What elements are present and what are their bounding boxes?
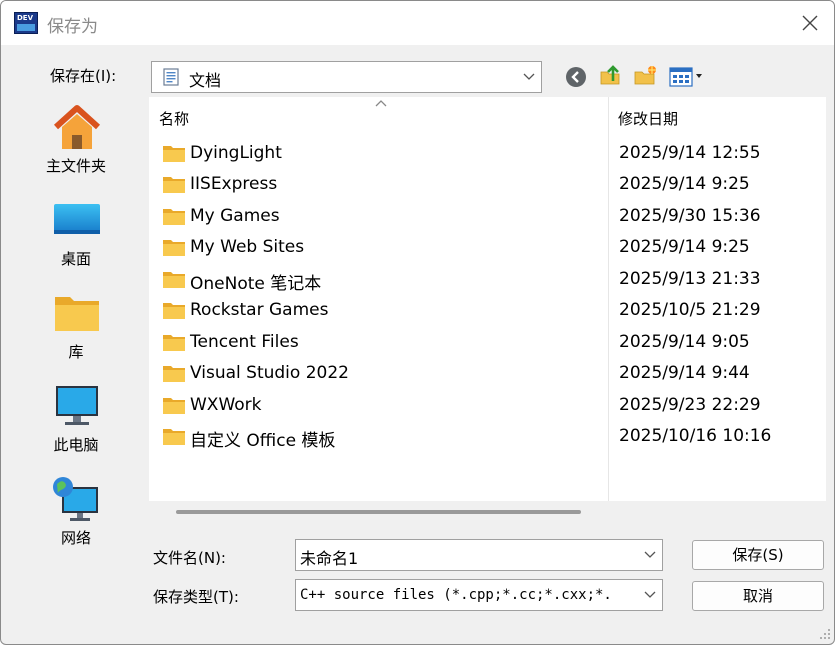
filename-label: 文件名(N):: [153, 549, 226, 567]
title-bar: DEV 保存为: [1, 1, 834, 45]
list-item[interactable]: My Games 2025/9/30 15:36: [149, 201, 826, 232]
folder-icon: [163, 366, 185, 382]
place-network[interactable]: 网络: [7, 469, 145, 559]
file-date: 2025/9/14 9:25: [619, 174, 750, 194]
up-folder-icon[interactable]: [599, 63, 623, 87]
file-date: 2025/10/16 10:16: [619, 426, 772, 446]
place-library[interactable]: 库: [7, 283, 145, 373]
file-name: 自定义 Office 模板: [190, 431, 336, 451]
file-name: IISExpress: [190, 174, 278, 194]
file-date: 2025/9/14 12:55: [619, 143, 761, 163]
file-name: Rockstar Games: [190, 300, 329, 320]
file-date: 2025/10/5 21:29: [619, 300, 761, 320]
library-folder-icon: [55, 297, 99, 331]
file-date: 2025/9/14 9:25: [619, 237, 750, 257]
folder-icon: [163, 240, 185, 256]
location-value: 文档: [189, 71, 222, 90]
column-header-date[interactable]: 修改日期: [618, 108, 678, 129]
list-item[interactable]: DyingLight 2025/9/14 12:55: [149, 138, 826, 169]
place-home[interactable]: 主文件夹: [7, 97, 145, 187]
chevron-down-icon[interactable]: [644, 588, 656, 600]
list-item[interactable]: Rockstar Games 2025/10/5 21:29: [149, 295, 826, 326]
file-name: My Web Sites: [190, 237, 305, 257]
folder-icon: [163, 429, 185, 445]
chevron-down-icon[interactable]: [644, 548, 656, 560]
location-label: 保存在(I):: [50, 67, 117, 85]
column-header-name[interactable]: 名称: [159, 108, 189, 129]
list-item[interactable]: WXWork 2025/9/23 22:29: [149, 390, 826, 421]
file-name: Tencent Files: [190, 332, 299, 352]
file-name: OneNote 笔记本: [190, 274, 322, 294]
view-menu-icon[interactable]: [669, 66, 709, 88]
file-date: 2025/9/14 9:44: [619, 363, 750, 383]
place-this-pc[interactable]: 此电脑: [7, 376, 145, 466]
app-icon-text: DEV: [17, 14, 34, 22]
close-icon[interactable]: [798, 11, 822, 35]
save-as-dialog: DEV 保存为 保存在(I): 文档 主文件夹 桌面 库 此电脑 网络 名称 修…: [0, 0, 835, 645]
filename-input[interactable]: 未命名1: [295, 539, 663, 571]
save-button[interactable]: 保存(S): [692, 540, 824, 570]
home-icon: [53, 105, 101, 149]
location-combo[interactable]: 文档: [151, 61, 542, 93]
place-label: 网络: [60, 529, 91, 547]
file-list[interactable]: 名称 修改日期 DyingLight 2025/9/14 12:55 IISEx…: [149, 97, 826, 501]
folder-icon: [163, 272, 185, 288]
back-icon[interactable]: [564, 65, 588, 89]
place-label: 主文件夹: [45, 157, 106, 175]
chevron-down-icon[interactable]: [523, 70, 535, 82]
file-name: DyingLight: [190, 143, 282, 163]
filetype-select[interactable]: C++ source files (*.cpp;*.cc;*.cxx;*.: [295, 579, 663, 611]
desktop-icon: [54, 204, 100, 234]
list-item[interactable]: IISExpress 2025/9/14 9:25: [149, 169, 826, 200]
filetype-value: C++ source files (*.cpp;*.cc;*.cxx;*.: [300, 587, 612, 603]
document-icon: [163, 68, 179, 86]
file-name: Visual Studio 2022: [190, 363, 349, 383]
folder-icon: [163, 209, 185, 225]
list-item[interactable]: OneNote 笔记本 2025/9/13 21:33: [149, 264, 826, 295]
file-date: 2025/9/13 21:33: [619, 269, 761, 289]
horizontal-scrollbar[interactable]: [176, 510, 581, 514]
folder-icon: [163, 335, 185, 351]
file-name: WXWork: [190, 395, 262, 415]
sort-ascending-icon: [375, 100, 387, 107]
file-date: 2025/9/23 22:29: [619, 395, 761, 415]
app-icon: DEV: [14, 12, 38, 34]
list-item[interactable]: Tencent Files 2025/9/14 9:05: [149, 327, 826, 358]
list-item[interactable]: 自定义 Office 模板 2025/10/16 10:16: [149, 421, 826, 452]
place-label: 库: [68, 343, 84, 361]
folder-icon: [163, 146, 185, 162]
new-folder-icon[interactable]: [634, 64, 658, 88]
file-name: My Games: [190, 206, 280, 226]
resize-grip-icon[interactable]: [819, 628, 831, 640]
filetype-label: 保存类型(T):: [153, 588, 239, 606]
place-label: 桌面: [60, 250, 91, 268]
place-label: 此电脑: [53, 436, 99, 454]
computer-icon: [56, 386, 98, 425]
folder-icon: [163, 177, 185, 193]
folder-icon: [163, 303, 185, 319]
folder-icon: [163, 398, 185, 414]
filename-value: 未命名1: [300, 549, 359, 568]
window-title: 保存为: [47, 17, 98, 37]
cancel-button[interactable]: 取消: [692, 581, 824, 611]
list-item[interactable]: My Web Sites 2025/9/14 9:25: [149, 232, 826, 263]
places-bar: 主文件夹 桌面 库 此电脑 网络: [7, 97, 145, 633]
network-icon: [53, 477, 98, 521]
place-desktop[interactable]: 桌面: [7, 190, 145, 280]
list-item[interactable]: Visual Studio 2022 2025/9/14 9:44: [149, 358, 826, 389]
file-date: 2025/9/30 15:36: [619, 206, 761, 226]
file-date: 2025/9/14 9:05: [619, 332, 750, 352]
